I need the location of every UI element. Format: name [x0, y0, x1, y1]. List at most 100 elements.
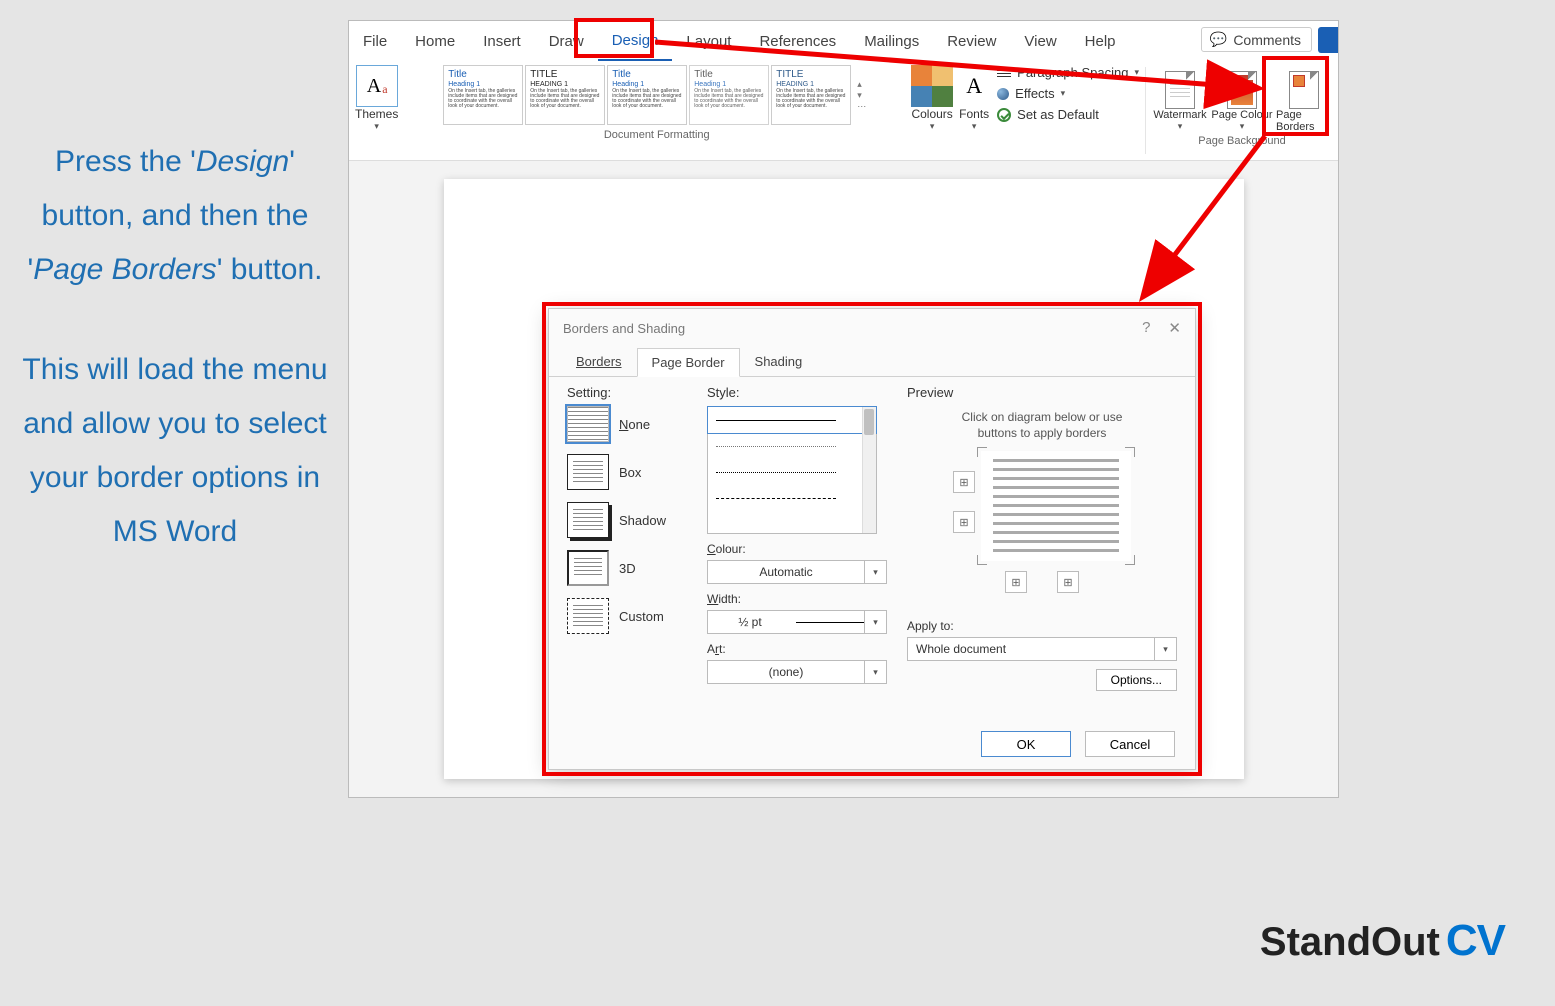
chevron-down-icon: ▾ — [864, 661, 886, 683]
dialog-footer: OK Cancel — [981, 731, 1175, 757]
watermark-button[interactable]: Watermark▾ — [1152, 71, 1208, 133]
chevron-down-icon[interactable]: ▾ — [930, 121, 935, 132]
comment-icon: 💬 — [1210, 31, 1227, 48]
colours-fonts-group: Colours ▾ A Fonts ▾ — [909, 61, 991, 160]
setting-3d[interactable]: 3D — [567, 550, 687, 586]
tab-insert[interactable]: Insert — [469, 23, 535, 60]
page-background-label: Page Background — [1198, 133, 1285, 147]
effects-button[interactable]: Effects ▾ — [997, 86, 1139, 101]
t: Press the ' — [55, 145, 196, 178]
setting-box[interactable]: Box — [567, 454, 687, 490]
standout-cv-logo: StandOut CV — [1260, 916, 1505, 966]
logo-cv: CV — [1446, 916, 1505, 966]
ok-button[interactable]: OK — [981, 731, 1071, 757]
scrollbar[interactable] — [862, 407, 876, 533]
colour-dropdown[interactable]: Automatic▾ — [707, 560, 887, 584]
page-borders-button[interactable]: Page Borders — [1276, 71, 1332, 133]
width-dropdown[interactable]: ½ pt ▾ — [707, 610, 887, 634]
check-icon — [997, 108, 1011, 122]
dialog-tab-borders[interactable]: Borders — [561, 347, 637, 376]
setting-3d-icon — [567, 550, 609, 586]
chevron-down-icon[interactable]: ▾ — [374, 121, 379, 132]
paragraph-spacing-icon — [997, 67, 1011, 79]
formatting-options: Paragraph Spacing ▾ Effects ▾ Set as Def… — [991, 61, 1145, 160]
cancel-button[interactable]: Cancel — [1085, 731, 1175, 757]
chevron-down-icon: ▾ — [864, 561, 886, 583]
preview-label: Preview — [907, 385, 1177, 400]
border-bottom-button[interactable]: ⊞ — [953, 511, 975, 533]
style-list[interactable] — [707, 406, 877, 534]
apply-to-label: Apply to: — [907, 619, 1177, 633]
style-preview[interactable]: Title Heading 1 On the Insert tab, the g… — [689, 65, 769, 125]
effects-icon — [997, 88, 1009, 100]
paragraph-spacing-button[interactable]: Paragraph Spacing ▾ — [997, 65, 1139, 80]
page-colour-button[interactable]: Page Colour▾ — [1220, 71, 1264, 133]
themes-group: A Themes ▾ — [349, 61, 404, 160]
tab-file[interactable]: File — [349, 23, 401, 60]
setting-custom-icon — [567, 598, 609, 634]
border-right-button[interactable]: ⊞ — [1057, 571, 1079, 593]
chevron-down-icon: ▾ — [1154, 638, 1176, 660]
logo-text: StandOut — [1260, 920, 1440, 965]
fonts-icon[interactable]: A — [959, 65, 989, 107]
apply-to-dropdown[interactable]: Whole document ▾ — [907, 637, 1177, 661]
border-top-button[interactable]: ⊞ — [953, 471, 975, 493]
t: ' button. — [217, 253, 323, 286]
share-button[interactable] — [1318, 27, 1338, 53]
style-label: Style: — [707, 385, 887, 400]
setting-custom[interactable]: Custom — [567, 598, 687, 634]
style-preview[interactable]: Title Heading 1 On the Insert tab, the g… — [443, 65, 523, 125]
dialog-title: Borders and Shading — [563, 321, 685, 336]
border-left-button[interactable]: ⊞ — [1005, 571, 1027, 593]
dialog-tabs: Borders Page Border Shading — [549, 347, 1195, 377]
preview-page[interactable] — [981, 451, 1131, 561]
tab-view[interactable]: View — [1010, 23, 1070, 60]
tab-review[interactable]: Review — [933, 23, 1010, 60]
setting-shadow[interactable]: Shadow — [567, 502, 687, 538]
style-gallery[interactable]: Title Heading 1 On the Insert tab, the g… — [441, 63, 872, 127]
dialog-tab-page-border[interactable]: Page Border — [637, 348, 740, 377]
width-label: Width: — [707, 592, 887, 606]
instruction-text: Press the 'Design' button, and then the … — [20, 135, 330, 559]
gallery-nav[interactable]: ▴▾⋯ — [853, 65, 870, 125]
preview-hint: Click on diagram below or use buttons to… — [942, 410, 1142, 441]
themes-icon[interactable]: A — [356, 65, 398, 107]
tab-mailings[interactable]: Mailings — [850, 23, 933, 60]
colours-icon[interactable] — [911, 65, 953, 107]
setting-none[interactable]: None — [567, 406, 687, 442]
setting-shadow-icon — [567, 502, 609, 538]
tab-design[interactable]: Design — [598, 22, 673, 61]
setting-label: Setting: — [567, 385, 687, 400]
chevron-down-icon[interactable]: ▾ — [972, 121, 977, 132]
close-icon[interactable]: ✕ — [1168, 319, 1181, 337]
options-button[interactable]: Options... — [1096, 669, 1177, 691]
fonts-label: Fonts — [959, 107, 989, 121]
tab-home[interactable]: Home — [401, 23, 469, 60]
tab-layout[interactable]: Layout — [672, 23, 745, 60]
comments-button[interactable]: 💬 Comments — [1201, 27, 1312, 52]
setting-none-icon — [567, 406, 609, 442]
t: Page Borders — [33, 253, 216, 286]
page-colour-icon — [1227, 71, 1257, 109]
art-dropdown[interactable]: (none)▾ — [707, 660, 887, 684]
style-column: Style: Colour: Automatic▾ Width: ½ pt ▾ … — [707, 385, 887, 709]
style-preview[interactable]: Title Heading 1 On the Insert tab, the g… — [771, 65, 851, 125]
tab-help[interactable]: Help — [1071, 23, 1130, 60]
preview-column: Preview Click on diagram below or use bu… — [907, 385, 1177, 709]
colours-label: Colours — [911, 107, 952, 121]
ribbon-tabs: File Home Insert Draw Design Layout Refe… — [349, 21, 1338, 61]
ribbon: A Themes ▾ Title Heading 1 On the Insert… — [349, 61, 1338, 161]
dialog-tab-shading[interactable]: Shading — [740, 347, 818, 376]
style-preview[interactable]: Title Heading 1 On the Insert tab, the g… — [607, 65, 687, 125]
tab-draw[interactable]: Draw — [535, 23, 598, 60]
doc-formatting-group: Title Heading 1 On the Insert tab, the g… — [404, 61, 909, 160]
t: Design — [196, 145, 289, 178]
setting-column: Setting: None Box Shadow 3D Custom — [567, 385, 687, 709]
chevron-down-icon: ▾ — [864, 611, 886, 633]
style-preview[interactable]: Title Heading 1 On the Insert tab, the g… — [525, 65, 605, 125]
help-icon[interactable]: ? — [1142, 319, 1150, 337]
instruction-para2: This will load the menu and allow you to… — [20, 343, 330, 559]
tab-references[interactable]: References — [745, 23, 850, 60]
page-borders-icon — [1289, 71, 1319, 109]
set-default-button[interactable]: Set as Default — [997, 107, 1139, 122]
